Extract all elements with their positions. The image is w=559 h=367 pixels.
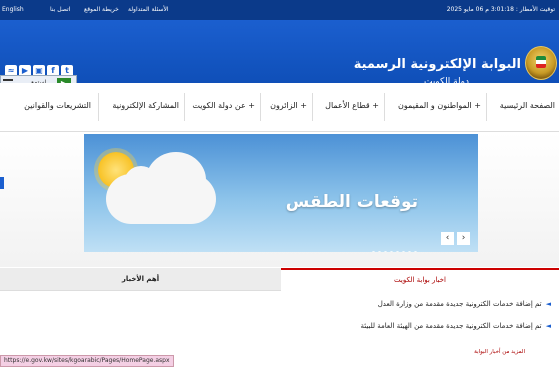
sitemap-link[interactable]: خريطة الموقع <box>84 6 119 13</box>
news-tabs: اخبار بوابة الكويت أهم الأخبار <box>0 268 559 292</box>
nav-e-participation[interactable]: المشاركة الإلكترونية <box>112 101 179 110</box>
contact-link[interactable]: اتصل بنا <box>50 6 70 13</box>
hero-carousel[interactable]: توقعات الطقس ‹ › <box>84 134 478 252</box>
bullet-icon: ◄ <box>545 322 551 330</box>
faq-link[interactable]: الأسئلة المتداولة <box>128 6 169 13</box>
news-item[interactable]: تم إضافة خدمات الكترونية جديدة مقدمة من … <box>361 322 551 330</box>
more-news-link[interactable]: المزيد من أخبار البوابة <box>474 349 525 355</box>
nav-citizens[interactable]: المواطنون و المقيمون + <box>398 101 481 110</box>
hero-caption: توقعات الطقس <box>285 192 418 212</box>
bullet-icon: ◄ <box>545 300 551 308</box>
status-url: https://e.gov.kw/sites/kgoarabic/Pages/H… <box>0 355 174 367</box>
social-links: ≈ ▶ ▣ f t <box>5 58 75 77</box>
date-text: توقيت الأمطار : 3:01:18 م 06 مايو 2025 <box>446 6 555 13</box>
nav-business[interactable]: قطاع الأعمال + <box>325 101 379 110</box>
nav-legislation[interactable]: التشريعات والقوانين <box>24 101 91 110</box>
nav-home[interactable]: الصفحة الرئيسية <box>500 101 555 110</box>
site-header: البوابة الإلكترونية الرسمية دولة الكويت … <box>0 20 559 93</box>
site-title: البوابة الإلكترونية الرسمية <box>353 57 521 72</box>
english-link[interactable]: English <box>2 6 24 13</box>
nav-visitors[interactable]: الزائرون + <box>270 101 307 110</box>
carousel-prev-button[interactable]: ‹ <box>441 232 454 245</box>
tab-top-news[interactable]: أهم الأخبار <box>0 268 281 290</box>
kuwait-emblem-logo[interactable] <box>525 46 557 80</box>
tab-portal-news[interactable]: اخبار بوابة الكويت <box>281 268 559 292</box>
carousel-dots[interactable] <box>372 239 420 252</box>
top-bar: English اتصل بنا خريطة الموقع الأسئلة ال… <box>0 0 559 20</box>
main-nav: الصفحة الرئيسية المواطنون و المقيمون + ق… <box>0 83 559 132</box>
cloud-icon <box>106 152 216 224</box>
nav-about-kuwait[interactable]: عن دولة الكويت + <box>192 101 255 110</box>
news-item[interactable]: تم إضافة خدمات الكترونية جديدة مقدمة من … <box>378 300 551 308</box>
feedback-tab[interactable] <box>0 177 4 189</box>
carousel-next-button[interactable]: › <box>457 232 470 245</box>
